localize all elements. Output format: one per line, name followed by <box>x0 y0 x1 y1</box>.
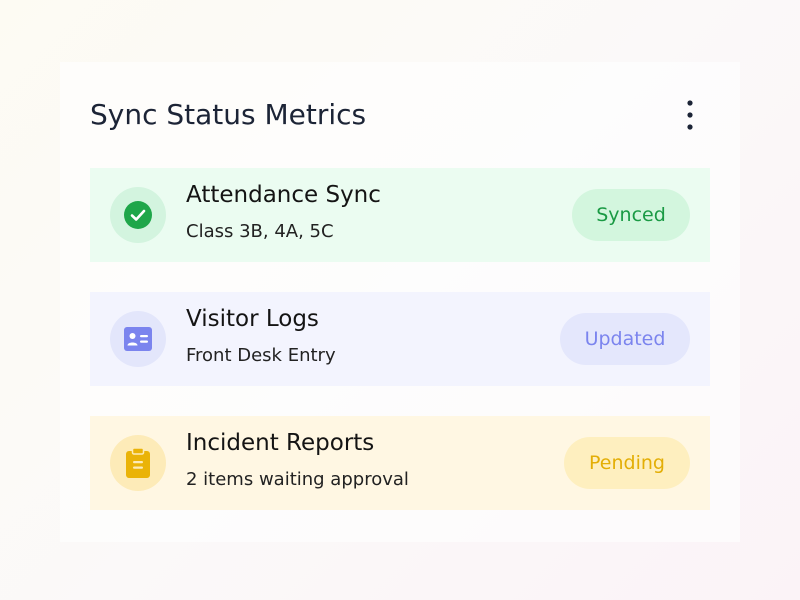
row-subtitle: 2 items waiting approval <box>186 469 409 490</box>
status-badge-updated: Updated <box>560 313 690 365</box>
status-badge-synced: Synced <box>572 189 690 241</box>
row-subtitle: Class 3B, 4A, 5C <box>186 221 334 242</box>
row-title: Visitor Logs <box>186 306 319 332</box>
more-vertical-icon <box>687 100 693 130</box>
check-circle-icon <box>124 201 152 229</box>
status-badge-pending: Pending <box>564 437 690 489</box>
attendance-icon-wrap <box>110 187 166 243</box>
status-row-incident[interactable]: Incident Reports 2 items waiting approva… <box>90 416 710 510</box>
visitor-icon-wrap <box>110 311 166 367</box>
card-title: Sync Status Metrics <box>90 98 367 131</box>
row-title: Incident Reports <box>186 430 375 456</box>
row-title: Attendance Sync <box>186 182 381 208</box>
id-card-icon <box>124 327 152 351</box>
incident-icon-wrap <box>110 435 166 491</box>
clipboard-icon <box>126 447 150 478</box>
row-subtitle: Front Desk Entry <box>186 345 336 366</box>
sync-status-card: Sync Status Metrics Attendance Sync Clas… <box>60 62 740 542</box>
status-row-visitor[interactable]: Visitor Logs Front Desk Entry Updated <box>90 292 710 386</box>
more-options-button[interactable] <box>676 98 704 132</box>
status-row-attendance[interactable]: Attendance Sync Class 3B, 4A, 5C Synced <box>90 168 710 262</box>
